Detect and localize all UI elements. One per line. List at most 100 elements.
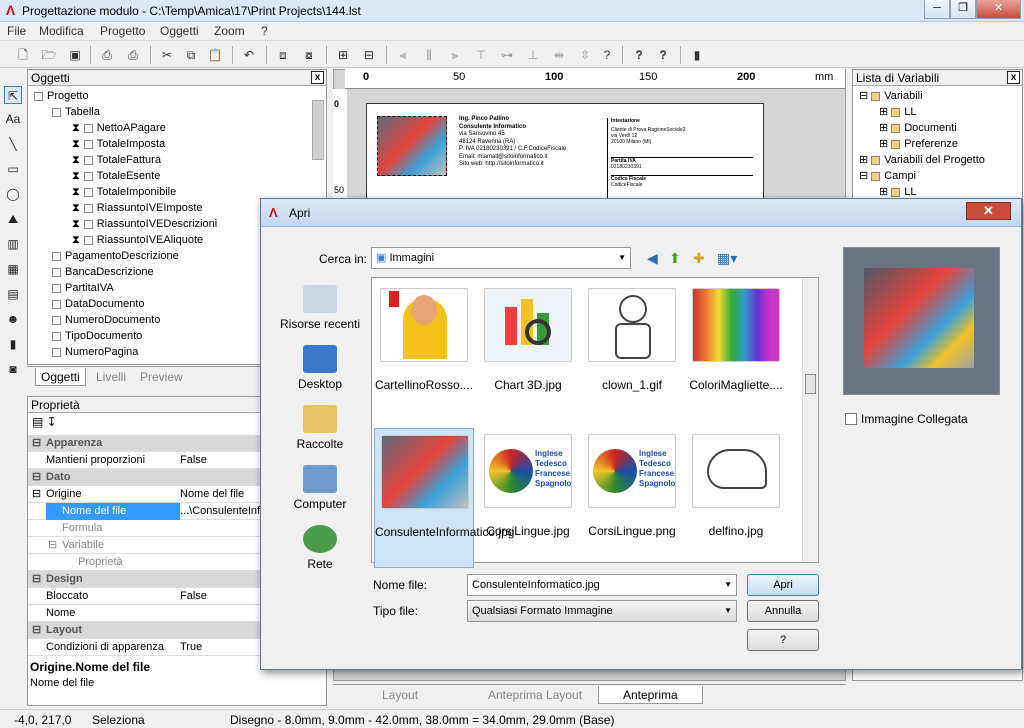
help-button[interactable]: ? [747, 629, 819, 651]
align-center-icon[interactable]: ⫼ [420, 46, 438, 64]
file-item[interactable]: Chart 3D.jpg [478, 282, 578, 422]
menu-modifica[interactable]: Modifica [39, 24, 84, 38]
file-item[interactable]: clown_1.gif [582, 282, 682, 422]
cut-icon[interactable]: ✂ [158, 46, 176, 64]
tree-item[interactable]: PartitaIVA [52, 280, 114, 296]
distribute-h-icon[interactable]: ⇹ [550, 46, 568, 64]
paste-icon[interactable]: 📋 [206, 46, 224, 64]
chart-tool-icon[interactable]: ▮ [4, 335, 22, 353]
barcode-tool-icon[interactable]: ▥ [4, 235, 22, 253]
tree-item[interactable]: PagamentoDescrizione [52, 248, 179, 264]
tree-item[interactable]: ⧗ RiassuntoIVEAliquote [72, 232, 203, 248]
dialog-close-button[interactable]: ✕ [966, 202, 1011, 220]
line-tool-icon[interactable]: ╲ [4, 135, 22, 153]
tree-item[interactable]: NumeroPagina [52, 344, 138, 360]
tree-item[interactable]: ⧗ NettoAPagare [72, 120, 166, 136]
restore-button[interactable]: ❐ [950, 0, 976, 19]
sort-icons[interactable]: ▤ ↧ [32, 415, 72, 433]
table-tool-icon[interactable]: ▦ [4, 260, 22, 278]
tab-oggetti[interactable]: Oggetti [35, 368, 86, 386]
tree-item[interactable]: ⧗ TotaleImposta [72, 136, 165, 152]
var-item[interactable]: ⊞ LL [879, 104, 916, 120]
copy-icon[interactable]: ⧉ [182, 46, 200, 64]
tree-item[interactable]: Tabella [52, 104, 100, 120]
back-icon[interactable]: ◀ [647, 250, 658, 267]
file-list[interactable]: CartellinoRosso.... Chart 3D.jpg clown_1… [371, 277, 819, 568]
tab-layout[interactable]: Layout [377, 686, 423, 704]
context-help-icon[interactable]: ? [598, 46, 616, 64]
text-tool-icon[interactable]: Aa [4, 110, 22, 128]
align-bottom-icon[interactable]: ⊥ [524, 46, 542, 64]
distribute-v-icon[interactable]: ⇳ [576, 46, 594, 64]
place-computer[interactable]: Computer [275, 465, 365, 511]
ellipse-tool-icon[interactable]: ◯ [4, 185, 22, 203]
tree-item[interactable]: ⧗ RiassuntoIVEDescrizioni [72, 216, 217, 232]
ungroup-icon[interactable]: ⊟ [360, 46, 378, 64]
tree-item[interactable]: ⧗ TotaleFattura [72, 152, 161, 168]
menu-progetto[interactable]: Progetto [100, 24, 145, 38]
views-menu-icon[interactable]: ▦▾ [717, 250, 737, 267]
var-item[interactable]: ⊟ Variabili [859, 88, 923, 104]
menu-zoom[interactable]: Zoom [214, 24, 245, 38]
filetype-select[interactable]: Qualsiasi Formato Immagine ▼ [467, 600, 737, 622]
group-icon[interactable]: ⊞ [334, 46, 352, 64]
align-right-icon[interactable]: ⫸ [446, 46, 464, 64]
whats-this-icon[interactable]: ? [654, 46, 672, 64]
filename-input[interactable]: ConsulenteInformatico.jpg ▼ [467, 574, 737, 596]
tree-item[interactable]: ⧗ RiassuntoIVEImposte [72, 200, 203, 216]
new-folder-icon[interactable]: ✚ [693, 250, 705, 267]
cancel-button[interactable]: Annulla [747, 600, 819, 622]
rectangle-tool-icon[interactable]: ▭ [4, 160, 22, 178]
linked-image-checkbox[interactable] [845, 413, 857, 425]
file-list-scrollbar[interactable] [802, 278, 818, 562]
tree-item[interactable]: Progetto [34, 88, 89, 104]
print-icon[interactable]: ⎙ [98, 46, 116, 64]
new-icon[interactable]: 🗋 [14, 46, 32, 64]
tree-item[interactable]: ⧗ TotaleImponibile [72, 184, 176, 200]
form-control-tool-icon[interactable]: ☻ [4, 310, 22, 328]
place-network[interactable]: Rete [275, 525, 365, 571]
undo-icon[interactable]: ↶ [240, 46, 258, 64]
menu-file[interactable]: File [7, 24, 26, 38]
var-item[interactable]: ⊞ Documenti [879, 120, 957, 136]
tab-preview[interactable]: Preview [135, 368, 188, 386]
tab-anteprima-layout[interactable]: Anteprima Layout [483, 686, 587, 704]
tab-livelli[interactable]: Livelli [91, 368, 131, 386]
send-back-icon[interactable]: ⧇ [300, 46, 318, 64]
file-item[interactable]: ColoriMagliette.... [686, 282, 786, 422]
help-icon[interactable]: ? [630, 46, 648, 64]
menu-help[interactable]: ? [261, 24, 268, 38]
tree-item[interactable]: BancaDescrizione [52, 264, 154, 280]
formatted-text-tool-icon[interactable]: ▤ [4, 285, 22, 303]
place-recent[interactable]: Risorse recenti [275, 285, 365, 331]
align-top-icon[interactable]: ⊤ [472, 46, 490, 64]
file-item[interactable]: CartellinoRosso.... [374, 282, 474, 422]
close-button[interactable]: ✕ [976, 0, 1021, 19]
var-item[interactable]: ⊟ Campi [859, 168, 916, 184]
objects-panel-close-button[interactable]: x [311, 71, 324, 84]
place-libraries[interactable]: Raccolte [275, 405, 365, 451]
scrollbar-thumb[interactable] [805, 374, 816, 394]
save-icon[interactable]: ▣ [66, 46, 84, 64]
align-middle-icon[interactable]: ⊶ [498, 46, 516, 64]
logo-image[interactable] [377, 116, 447, 176]
tree-item[interactable]: DataDocumento [52, 296, 145, 312]
look-in-select[interactable]: ▣ Immagini ▼ [371, 247, 631, 269]
place-desktop[interactable]: Desktop [275, 345, 365, 391]
book-icon[interactable]: ▮ [688, 46, 706, 64]
menu-oggetti[interactable]: Oggetti [160, 24, 199, 38]
select-tool-icon[interactable]: ⇱ [4, 86, 22, 104]
open-icon[interactable]: 🗁 [40, 46, 58, 64]
objects-scrollbar[interactable] [312, 100, 324, 160]
variables-close-button[interactable]: x [1007, 71, 1020, 84]
var-item[interactable]: ⊞ Variabili del Progetto [859, 152, 985, 168]
up-folder-icon[interactable]: ⬆ [669, 250, 681, 267]
image-tool-icon[interactable]: ⛰ [4, 210, 22, 228]
file-item[interactable]: delfino.jpg [686, 428, 786, 568]
file-item-selected[interactable]: ConsulenteInformatico.jpg [374, 428, 514, 568]
open-button[interactable]: Apri [747, 574, 819, 596]
tree-item[interactable]: NumeroDocumento [52, 312, 160, 328]
tree-item[interactable]: TipoDocumento [52, 328, 142, 344]
bring-front-icon[interactable]: ⧈ [274, 46, 292, 64]
print-preview-icon[interactable]: ⎙ [124, 46, 142, 64]
